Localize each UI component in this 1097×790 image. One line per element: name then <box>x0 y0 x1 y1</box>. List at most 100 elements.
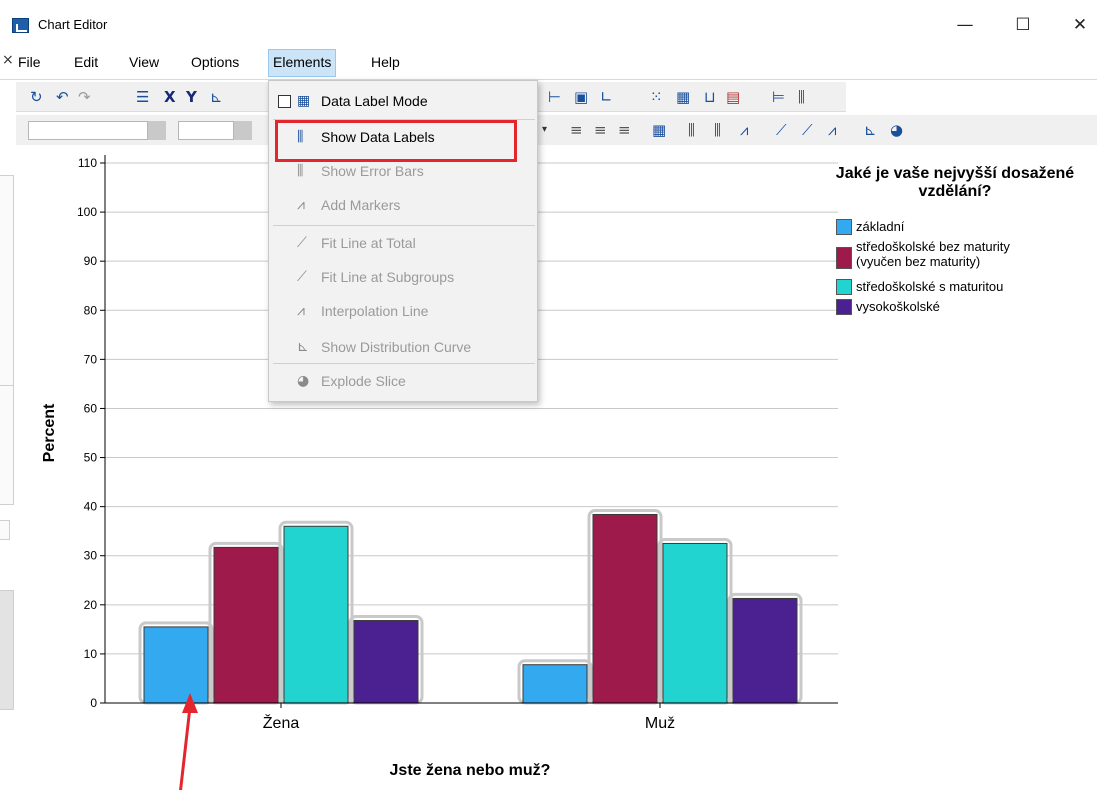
error-bars-icon[interactable]: ⫼ <box>714 120 721 140</box>
font-family-dropdown[interactable] <box>148 121 166 140</box>
y-tick-label: 60 <box>84 401 98 415</box>
menu-item-show-distribution-curve[interactable]: ⊾ Show Distribution Curve <box>269 331 537 365</box>
bar-series[interactable] <box>138 508 803 705</box>
window-title: Chart Editor <box>38 17 108 32</box>
dropdown-arrow-icon[interactable]: ▾ <box>542 120 547 140</box>
show-data-labels-icon[interactable]: ⫼ <box>688 120 695 140</box>
font-size-dropdown[interactable] <box>234 121 252 140</box>
legend-swatch <box>836 247 852 269</box>
highlight-box <box>275 120 517 162</box>
redo-all-icon[interactable]: ↻ <box>30 87 43 107</box>
menu-item-interpolation-line[interactable]: ⩘ Interpolation Line <box>269 295 537 329</box>
x-tick-label: Muž <box>645 715 675 732</box>
redo-icon[interactable]: ↷ <box>78 87 91 107</box>
markers-icon: ⩘ <box>297 197 305 213</box>
distribution-curve-icon[interactable]: ⊾ <box>864 120 877 140</box>
title-bar: Chart Editor — ☐ ✕ <box>0 0 1097 46</box>
legend-label: základní <box>856 219 905 234</box>
menu-file[interactable]: File <box>18 54 41 70</box>
y-tick-label: 30 <box>84 549 98 563</box>
menu-elements[interactable]: Elements <box>268 49 337 77</box>
close-button[interactable]: ✕ <box>1060 12 1097 38</box>
font-family-field[interactable] <box>28 121 148 140</box>
y-axis-icon[interactable]: Y <box>186 87 197 107</box>
chart-editor-app-icon <box>12 18 29 33</box>
title-icon[interactable]: ▣ <box>574 87 588 107</box>
menu-item-label: Explode Slice <box>321 373 406 389</box>
legend-label: středoškolské s maturitou <box>856 279 1004 294</box>
menu-item-add-markers[interactable]: ⩘ Add Markers <box>269 189 537 223</box>
y-tick-label: 0 <box>90 696 97 710</box>
interpolation-line-icon[interactable]: ⩘ <box>828 120 836 140</box>
bar[interactable] <box>213 546 279 704</box>
bar[interactable] <box>283 525 349 704</box>
y-tick-label: 90 <box>84 254 98 268</box>
fit-line-total-icon: ⟋ <box>297 235 307 251</box>
checkbox[interactable] <box>278 95 291 108</box>
menu-item-fit-line-subgroups[interactable]: ⟋ Fit Line at Subgroups <box>269 261 537 295</box>
menu-item-label: Add Markers <box>321 197 401 213</box>
grid-lines-icon[interactable]: ⁙ <box>650 87 663 107</box>
explode-slice-icon[interactable]: ◕ <box>890 120 903 140</box>
markers-icon[interactable]: ⩘ <box>740 120 748 140</box>
bar[interactable] <box>662 542 728 704</box>
fit-line-subgroups-icon: ⟋ <box>297 269 307 285</box>
menu-item-label: Interpolation Line <box>321 303 429 319</box>
footnote-icon[interactable]: ∟ <box>600 87 613 107</box>
text-box-icon[interactable]: ▤ <box>726 87 740 107</box>
bar[interactable] <box>353 620 419 704</box>
properties-icon[interactable]: ☰ <box>136 87 149 107</box>
bar-chart-type-icon[interactable]: ⫼ <box>798 87 805 107</box>
y-tick-label: 10 <box>84 647 98 661</box>
maximize-button[interactable]: ☐ <box>1003 12 1043 38</box>
y-tick-label: 40 <box>84 500 98 514</box>
menu-item-label: Data Label Mode <box>321 93 428 109</box>
table-icon[interactable]: ▦ <box>676 87 690 107</box>
legend-swatch <box>836 299 852 315</box>
y-axis-label[interactable]: Percent <box>41 403 58 462</box>
toolbar-format: ▾ ≡ ≡ ≡ ▦ ⫼ ⫼ ⩘ ⟋ ⟋ ⩘ ⊾ ◕ <box>16 115 1097 145</box>
fit-line-subgroups-icon[interactable]: ⟋ <box>802 120 813 140</box>
transpose-icon[interactable]: ⊨ <box>772 87 785 107</box>
align-left-icon[interactable]: ≡ <box>570 120 583 140</box>
align-right-icon[interactable]: ≡ <box>618 120 631 140</box>
reference-line-x-icon[interactable]: ⊢ <box>548 87 561 107</box>
align-center-icon[interactable]: ≡ <box>594 120 607 140</box>
data-label-mode-icon: ▦ <box>297 93 311 109</box>
data-label-mode-icon[interactable]: ▦ <box>652 120 666 140</box>
error-bars-icon: ⫼ <box>297 163 304 179</box>
menu-item-data-label-mode[interactable]: ▦ Data Label Mode <box>269 85 537 119</box>
y-tick-label: 100 <box>77 205 97 219</box>
x-axis-label[interactable]: Jste žena nebo muž? <box>390 762 551 779</box>
font-size-field[interactable] <box>178 121 234 140</box>
minimize-button[interactable]: — <box>945 12 985 38</box>
menu-edit[interactable]: Edit <box>74 54 98 70</box>
menu-item-label: Show Distribution Curve <box>321 339 472 355</box>
legend-label: středoškolské bez maturity (vyučen bez m… <box>856 239 1010 269</box>
menu-bar: File Edit View Options Elements Help <box>0 46 1097 80</box>
menu-separator <box>273 363 535 364</box>
menu-item-label: Fit Line at Total <box>321 235 416 251</box>
undo-icon[interactable]: ↶ <box>56 87 69 107</box>
fit-line-total-icon[interactable]: ⟋ <box>776 120 787 140</box>
x-axis-icon[interactable]: X <box>164 87 176 107</box>
menu-view[interactable]: View <box>129 54 159 70</box>
menu-item-explode-slice[interactable]: ◕ Explode Slice <box>269 365 537 399</box>
menu-separator <box>273 225 535 226</box>
annotation-arrow <box>179 693 198 790</box>
bar[interactable] <box>522 664 588 704</box>
y-tick-label: 20 <box>84 598 98 612</box>
explode-slice-icon: ◕ <box>297 373 310 389</box>
chart-legend[interactable]: Jaké je vaše nejvyšší dosažené vzdělání?… <box>830 165 1090 315</box>
menu-options[interactable]: Options <box>191 54 239 70</box>
bar[interactable] <box>732 597 798 704</box>
scale-icon[interactable]: ⊾ <box>210 87 223 107</box>
legend-swatch <box>836 219 852 235</box>
bar[interactable] <box>143 626 209 704</box>
menu-help[interactable]: Help <box>371 54 400 70</box>
legend-box-icon[interactable]: ⊔ <box>704 87 716 107</box>
panel-close-icon[interactable]: × <box>2 52 14 68</box>
menu-item-fit-line-total[interactable]: ⟋ Fit Line at Total <box>269 227 537 261</box>
legend-label: vysokoškolské <box>856 299 940 314</box>
bar[interactable] <box>592 513 658 704</box>
